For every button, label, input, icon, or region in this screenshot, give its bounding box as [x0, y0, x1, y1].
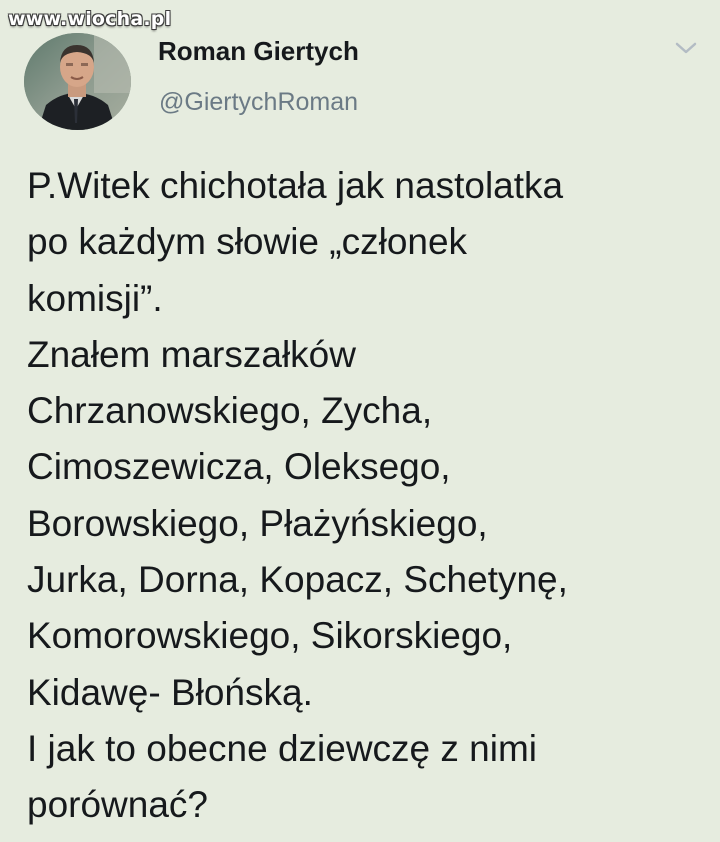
avatar-photo-icon — [24, 33, 131, 130]
tweet-line: Kidawę- Błońską. — [27, 671, 313, 713]
tweet-line: Borowskiego, Płażyńskiego, — [27, 502, 488, 544]
watermark: www.wiocha.pl — [8, 8, 172, 30]
author-avatar[interactable] — [24, 33, 131, 130]
author-display-name[interactable]: Roman Giertych — [158, 36, 359, 67]
tweet-line: komisji”. — [27, 277, 163, 319]
tweet-line: porównać? — [27, 784, 209, 826]
tweet-line: po każdym słowie „członek — [27, 221, 468, 263]
tweet-line: P.Witek chichotała jak nastolatka — [27, 165, 564, 206]
tweet-line: Chrzanowskiego, Zycha, — [27, 390, 433, 432]
tweet-line: Komorowskiego, Sikorskiego, — [27, 615, 513, 657]
author-handle[interactable]: @GiertychRoman — [159, 88, 358, 117]
tweet-line: Jurka, Dorna, Kopacz, Schetynę, — [27, 559, 568, 601]
chevron-down-icon[interactable] — [674, 40, 698, 56]
tweet-line: I jak to obecne dziewczę z nimi — [27, 727, 538, 769]
tweet-line: Cimoszewicza, Oleksego, — [27, 446, 451, 488]
tweet-text: P.Witek chichotała jak nastolatka po każ… — [27, 158, 707, 834]
tweet-line: Znałem marszałków — [27, 333, 356, 375]
